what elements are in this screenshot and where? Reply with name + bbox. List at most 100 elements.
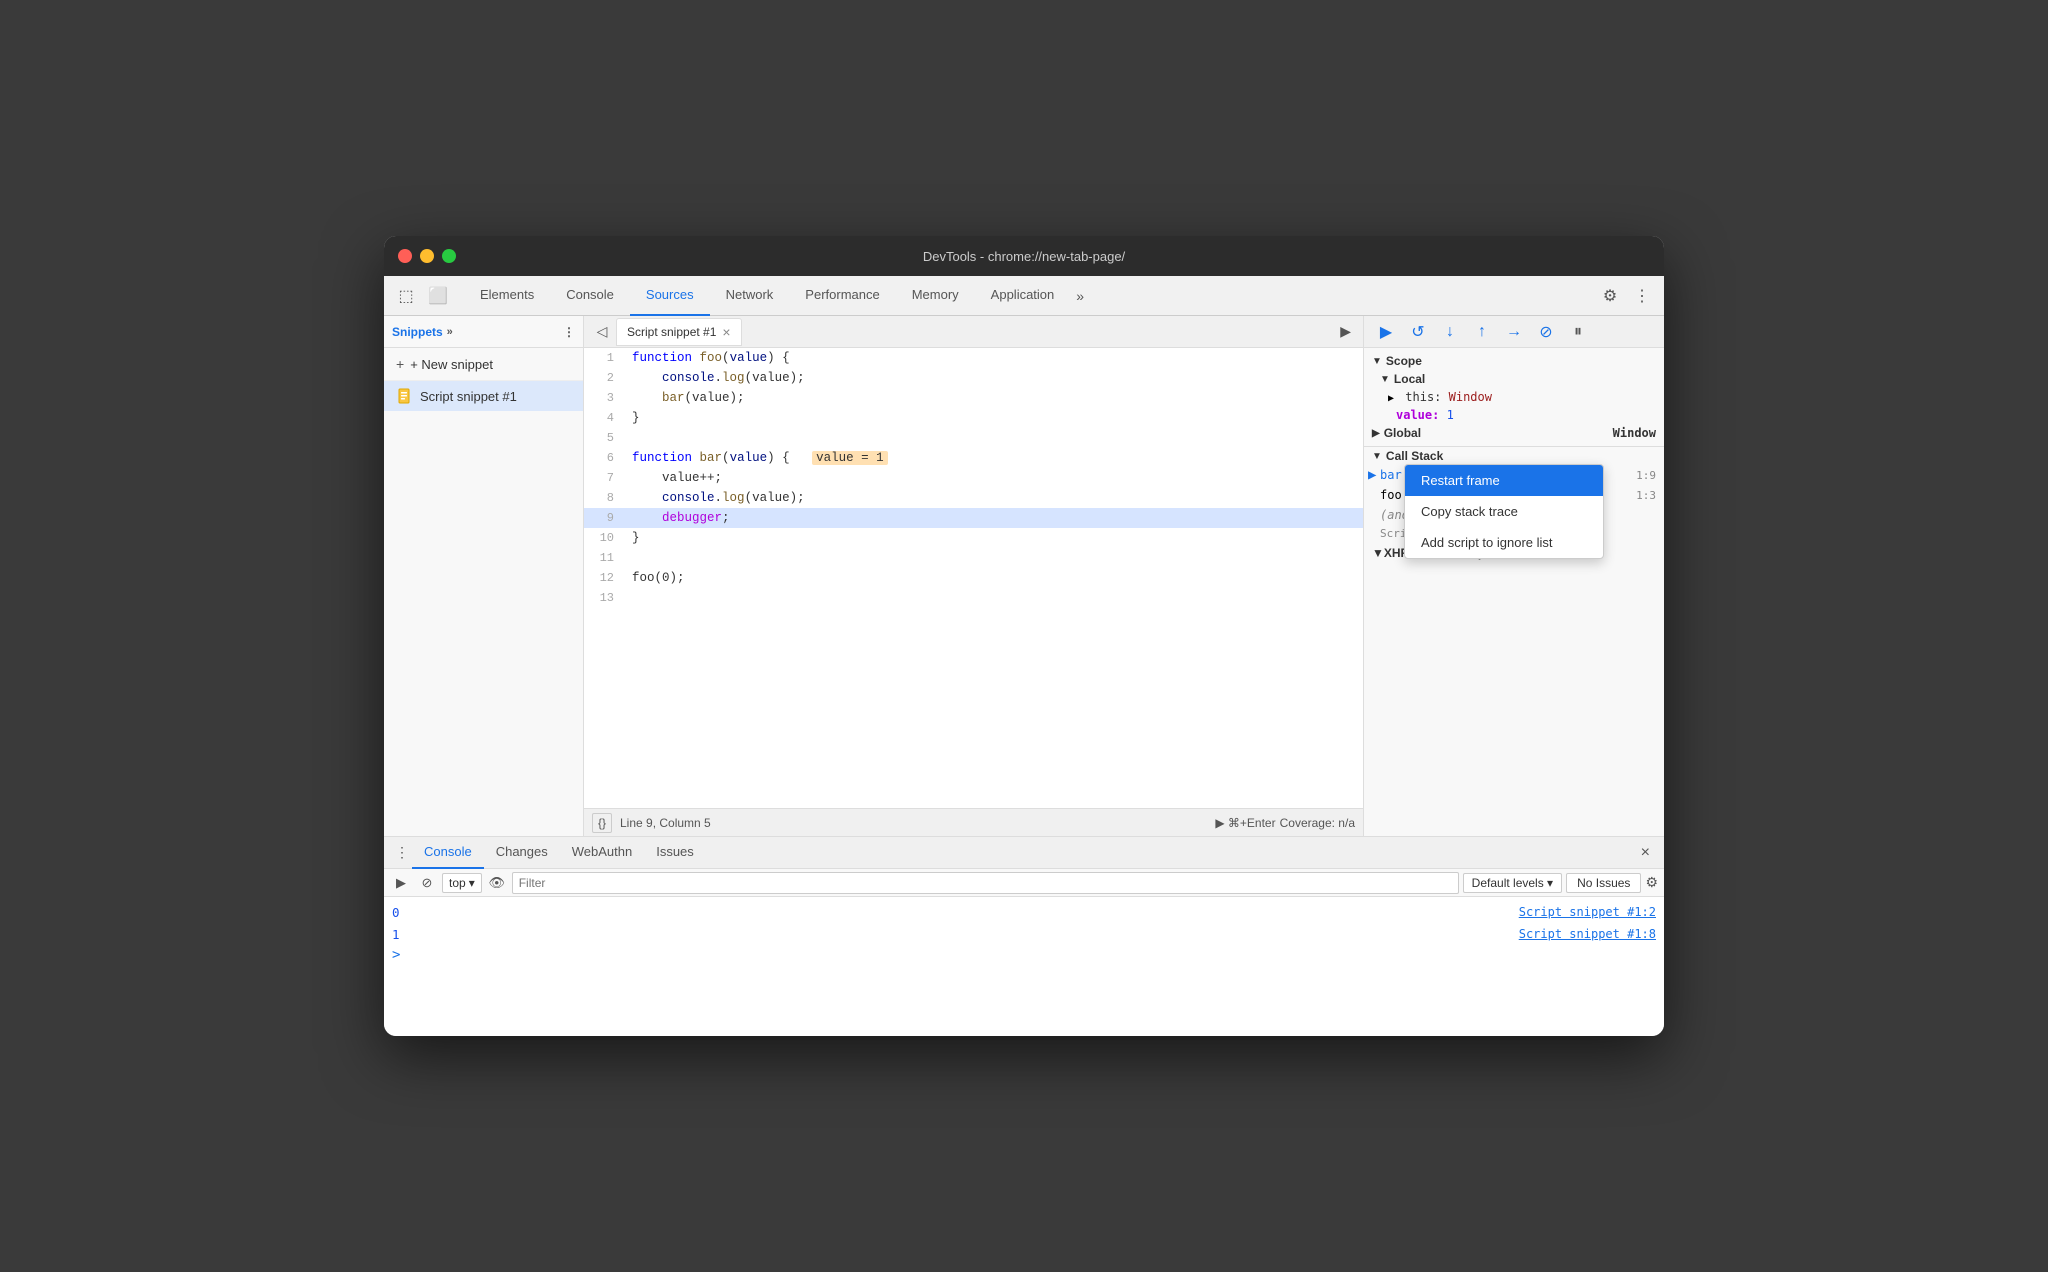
console-tab-changes[interactable]: Changes	[484, 837, 560, 869]
execute-script-icon[interactable]: ▶	[390, 872, 412, 894]
coverage-label: Coverage: n/a	[1280, 816, 1355, 830]
new-snippet-label: + New snippet	[410, 357, 493, 372]
console-tabs: ⋮ Console Changes WebAuthn Issues ×	[384, 837, 1664, 869]
context-menu-restart[interactable]: Restart frame	[1405, 465, 1603, 496]
snippets-more-icon[interactable]: ⋮	[563, 325, 575, 339]
code-line-7: 7 value++;	[584, 468, 1363, 488]
step-into-button[interactable]: ↓	[1436, 318, 1464, 346]
tab-console[interactable]: Console	[550, 276, 630, 316]
file-tab-snippet[interactable]: Script snippet #1 ×	[616, 318, 742, 346]
context-dropdown-icon: ▾	[469, 876, 475, 890]
local-header[interactable]: ▼ Local	[1364, 370, 1664, 388]
console-output-line-1: 0 Script snippet #1:2	[384, 901, 1664, 923]
file-tab-close-icon[interactable]: ×	[722, 324, 730, 340]
deactivate-breakpoints-icon[interactable]: ⊘	[1532, 318, 1560, 346]
no-issues-button[interactable]: No Issues	[1566, 873, 1641, 893]
default-levels-button[interactable]: Default levels ▾	[1463, 873, 1562, 893]
context-menu-ignore[interactable]: Add script to ignore list	[1405, 527, 1603, 558]
xhr-arrow-icon: ▼	[1372, 546, 1384, 560]
console-tab-issues[interactable]: Issues	[644, 837, 706, 869]
format-code-icon[interactable]: {}	[592, 813, 612, 833]
resume-button[interactable]: ▶	[1372, 318, 1400, 346]
line-num-12: 12	[584, 568, 624, 588]
console-tabs-more-icon[interactable]: ⋮	[392, 843, 412, 863]
line-num-8: 8	[584, 488, 624, 508]
inspect-dom-icon[interactable]: 👁	[486, 872, 508, 894]
code-editor[interactable]: 1 function foo(value) { 2 console.log(va…	[584, 348, 1363, 808]
local-label: Local	[1394, 372, 1425, 386]
line-num-3: 3	[584, 388, 624, 408]
snippets-header: Snippets » ⋮	[384, 316, 583, 348]
console-filter-input[interactable]	[512, 872, 1459, 894]
snippet-file-icon	[396, 387, 414, 405]
tab-application[interactable]: Application	[975, 276, 1071, 316]
minimize-button[interactable]	[420, 249, 434, 263]
global-arrow-icon: ▶	[1372, 428, 1380, 439]
console-source-1[interactable]: Script snippet #1:8	[1519, 927, 1656, 941]
snippets-chevron[interactable]: »	[447, 326, 453, 338]
sidebar-toggle-icon[interactable]: ◁	[588, 318, 616, 346]
code-line-2: 2 console.log(value);	[584, 368, 1363, 388]
tab-elements[interactable]: Elements	[464, 276, 550, 316]
close-button[interactable]	[398, 249, 412, 263]
code-line-6: 6 function bar(value) { value = 1	[584, 448, 1363, 468]
snippet-item-1[interactable]: Script snippet #1	[384, 381, 583, 411]
code-line-12: 12 foo(0);	[584, 568, 1363, 588]
tab-network[interactable]: Network	[710, 276, 790, 316]
step-over-button[interactable]: ↺	[1404, 318, 1432, 346]
line-content-2: console.log(value);	[624, 368, 1363, 388]
pause-on-exceptions-icon[interactable]: ⏸	[1564, 318, 1592, 346]
context-menu-copy-trace[interactable]: Copy stack trace	[1405, 496, 1603, 527]
menu-icon[interactable]: ⋮	[1628, 282, 1656, 310]
step-out-button[interactable]: ↑	[1468, 318, 1496, 346]
cursor-position: Line 9, Column 5	[620, 816, 711, 830]
global-header[interactable]: ▶ Global Window	[1364, 424, 1664, 442]
settings-icon[interactable]: ⚙	[1596, 282, 1624, 310]
local-arrow-icon: ▼	[1380, 374, 1390, 385]
callstack-header[interactable]: ▼ Call Stack	[1364, 447, 1664, 465]
tab-sources[interactable]: Sources	[630, 276, 710, 316]
console-source-0[interactable]: Script snippet #1:2	[1519, 905, 1656, 919]
callstack-foo-location: 1:3	[1636, 489, 1656, 502]
value-num: 1	[1447, 408, 1454, 422]
context-selector[interactable]: top ▾	[442, 873, 482, 893]
line-content-3: bar(value);	[624, 388, 1363, 408]
line-num-13: 13	[584, 588, 624, 608]
this-value: Window	[1449, 390, 1492, 404]
run-status: ▶ ⌘+Enter Coverage: n/a	[1215, 816, 1355, 830]
right-panel: ▶ ↺ ↓ ↑ → ⊘ ⏸ ▼ Scope ▼ Local ▶	[1364, 316, 1664, 836]
console-prompt[interactable]: >	[384, 945, 1664, 965]
callstack-bar-location: 1:9	[1636, 469, 1656, 482]
console-tab-console[interactable]: Console	[412, 837, 484, 869]
line-content-1: function foo(value) {	[624, 348, 1363, 368]
code-line-10: 10 }	[584, 528, 1363, 548]
plus-icon: +	[396, 356, 404, 372]
main-content: Snippets » ⋮ + + New snippet Script snip	[384, 316, 1664, 836]
line-num-11: 11	[584, 548, 624, 568]
tab-performance[interactable]: Performance	[789, 276, 895, 316]
line-num-9: 9	[584, 508, 624, 528]
maximize-button[interactable]	[442, 249, 456, 263]
line-content-10: }	[624, 528, 1363, 548]
new-snippet-button[interactable]: + + New snippet	[384, 348, 583, 381]
inspect-icon[interactable]: ⬚	[392, 282, 420, 310]
more-tabs-icon[interactable]: »	[1070, 284, 1090, 308]
line-num-1: 1	[584, 348, 624, 368]
scope-header[interactable]: ▼ Scope	[1364, 352, 1664, 370]
traffic-lights	[398, 249, 456, 263]
step-button[interactable]: →	[1500, 318, 1528, 346]
line-content-5	[624, 428, 1363, 448]
console-close-icon[interactable]: ×	[1635, 840, 1656, 866]
console-value-1: 1	[392, 927, 422, 942]
run-snippet-icon[interactable]: ▶	[1332, 319, 1359, 344]
tab-memory[interactable]: Memory	[896, 276, 975, 316]
run-shortcut[interactable]: ▶ ⌘+Enter	[1215, 816, 1275, 830]
scope-value-item: value: 1	[1364, 406, 1664, 424]
console-settings-icon[interactable]: ⚙	[1645, 874, 1658, 891]
code-line-1: 1 function foo(value) {	[584, 348, 1363, 368]
clear-console-icon[interactable]: ⊘	[416, 872, 438, 894]
device-icon[interactable]: ⬜	[424, 282, 452, 310]
console-output-line-2: 1 Script snippet #1:8	[384, 923, 1664, 945]
console-tab-webauthn[interactable]: WebAuthn	[560, 837, 644, 869]
value-key: value:	[1396, 408, 1447, 422]
